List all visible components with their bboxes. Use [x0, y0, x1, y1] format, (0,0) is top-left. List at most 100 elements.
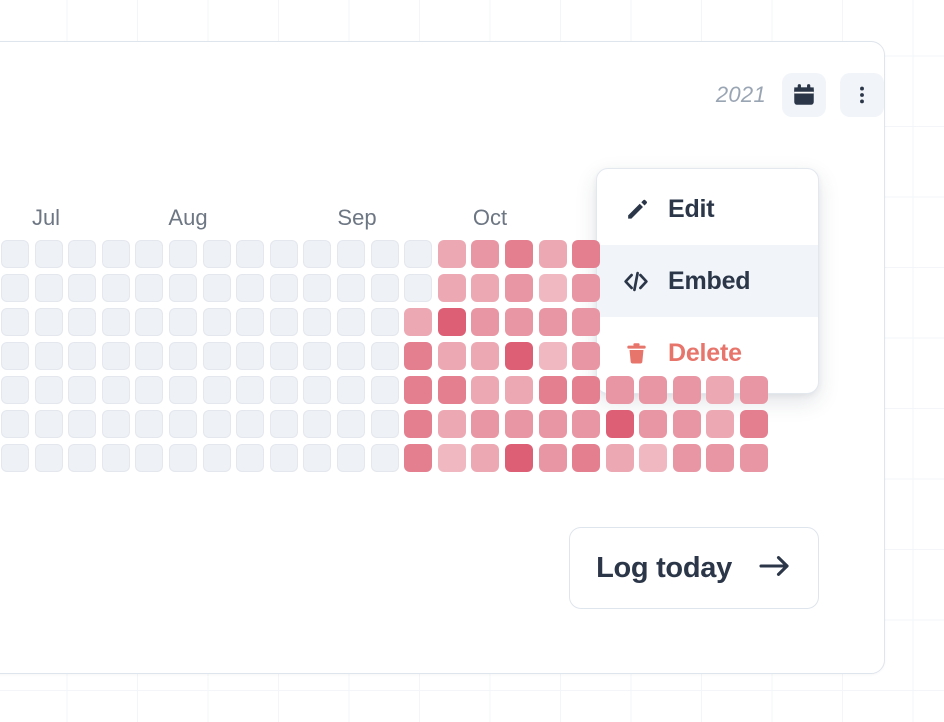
heatmap-cell[interactable]: [135, 342, 163, 370]
heatmap-cell[interactable]: [68, 410, 96, 438]
heatmap-cell[interactable]: [1, 240, 29, 268]
heatmap-cell[interactable]: [740, 410, 768, 438]
heatmap-cell[interactable]: [102, 240, 130, 268]
heatmap-cell[interactable]: [169, 308, 197, 336]
heatmap-cell[interactable]: [438, 342, 466, 370]
heatmap-cell[interactable]: [203, 376, 231, 404]
heatmap-cell[interactable]: [270, 240, 298, 268]
more-options-button[interactable]: [840, 73, 884, 117]
heatmap-cell[interactable]: [337, 342, 365, 370]
heatmap-cell[interactable]: [572, 308, 600, 336]
heatmap-cell[interactable]: [740, 376, 768, 404]
heatmap-cell[interactable]: [35, 376, 63, 404]
heatmap-cell[interactable]: [606, 376, 634, 404]
heatmap-cell[interactable]: [236, 308, 264, 336]
heatmap-cell[interactable]: [135, 274, 163, 302]
heatmap-cell[interactable]: [404, 240, 432, 268]
heatmap-cell[interactable]: [102, 410, 130, 438]
heatmap-cell[interactable]: [505, 376, 533, 404]
heatmap-cell[interactable]: [404, 342, 432, 370]
heatmap-cell[interactable]: [1, 308, 29, 336]
heatmap-cell[interactable]: [102, 274, 130, 302]
heatmap-cell[interactable]: [102, 376, 130, 404]
heatmap-cell[interactable]: [270, 308, 298, 336]
heatmap-cell[interactable]: [236, 410, 264, 438]
heatmap-cell[interactable]: [303, 342, 331, 370]
heatmap-cell[interactable]: [539, 308, 567, 336]
heatmap-cell[interactable]: [270, 274, 298, 302]
heatmap-cell[interactable]: [35, 308, 63, 336]
heatmap-cell[interactable]: [404, 444, 432, 472]
heatmap-cell[interactable]: [169, 444, 197, 472]
heatmap-cell[interactable]: [169, 240, 197, 268]
heatmap-cell[interactable]: [505, 342, 533, 370]
calendar-icon-button[interactable]: [782, 73, 826, 117]
heatmap-cell[interactable]: [572, 274, 600, 302]
heatmap-cell[interactable]: [438, 240, 466, 268]
heatmap-cell[interactable]: [68, 342, 96, 370]
heatmap-cell[interactable]: [505, 444, 533, 472]
heatmap-cell[interactable]: [371, 342, 399, 370]
heatmap-cell[interactable]: [68, 240, 96, 268]
heatmap-cell[interactable]: [1, 376, 29, 404]
heatmap-cell[interactable]: [102, 342, 130, 370]
heatmap-cell[interactable]: [572, 240, 600, 268]
heatmap-cell[interactable]: [706, 376, 734, 404]
heatmap-cell[interactable]: [236, 444, 264, 472]
heatmap-cell[interactable]: [606, 410, 634, 438]
heatmap-cell[interactable]: [371, 410, 399, 438]
heatmap-cell[interactable]: [203, 342, 231, 370]
heatmap-cell[interactable]: [35, 240, 63, 268]
heatmap-cell[interactable]: [371, 240, 399, 268]
heatmap-cell[interactable]: [1, 444, 29, 472]
heatmap-cell[interactable]: [404, 410, 432, 438]
heatmap-cell[interactable]: [35, 274, 63, 302]
heatmap-cell[interactable]: [371, 444, 399, 472]
heatmap-cell[interactable]: [572, 342, 600, 370]
heatmap-cell[interactable]: [1, 342, 29, 370]
heatmap-cell[interactable]: [135, 240, 163, 268]
heatmap-cell[interactable]: [236, 376, 264, 404]
heatmap-cell[interactable]: [1, 274, 29, 302]
heatmap-cell[interactable]: [572, 376, 600, 404]
heatmap-cell[interactable]: [539, 410, 567, 438]
heatmap-cell[interactable]: [169, 410, 197, 438]
heatmap-cell[interactable]: [438, 308, 466, 336]
heatmap-cell[interactable]: [303, 308, 331, 336]
heatmap-cell[interactable]: [169, 342, 197, 370]
heatmap-cell[interactable]: [505, 240, 533, 268]
heatmap-cell[interactable]: [68, 376, 96, 404]
heatmap-cell[interactable]: [438, 444, 466, 472]
heatmap-cell[interactable]: [706, 410, 734, 438]
heatmap-cell[interactable]: [203, 308, 231, 336]
heatmap-cell[interactable]: [673, 410, 701, 438]
heatmap-cell[interactable]: [102, 308, 130, 336]
heatmap-cell[interactable]: [438, 376, 466, 404]
heatmap-cell[interactable]: [639, 444, 667, 472]
heatmap-cell[interactable]: [371, 376, 399, 404]
heatmap-cell[interactable]: [471, 376, 499, 404]
heatmap-cell[interactable]: [673, 376, 701, 404]
heatmap-cell[interactable]: [203, 444, 231, 472]
heatmap-cell[interactable]: [68, 444, 96, 472]
heatmap-cell[interactable]: [606, 444, 634, 472]
heatmap-cell[interactable]: [404, 274, 432, 302]
heatmap-cell[interactable]: [135, 410, 163, 438]
heatmap-cell[interactable]: [303, 240, 331, 268]
heatmap-cell[interactable]: [169, 376, 197, 404]
heatmap-cell[interactable]: [337, 444, 365, 472]
heatmap-cell[interactable]: [337, 274, 365, 302]
heatmap-cell[interactable]: [539, 444, 567, 472]
heatmap-cell[interactable]: [169, 274, 197, 302]
heatmap-cell[interactable]: [203, 410, 231, 438]
heatmap-cell[interactable]: [438, 410, 466, 438]
heatmap-cell[interactable]: [673, 444, 701, 472]
heatmap-cell[interactable]: [539, 342, 567, 370]
heatmap-cell[interactable]: [68, 308, 96, 336]
heatmap-cell[interactable]: [706, 444, 734, 472]
heatmap-cell[interactable]: [68, 274, 96, 302]
heatmap-cell[interactable]: [471, 308, 499, 336]
heatmap-cell[interactable]: [471, 444, 499, 472]
heatmap-cell[interactable]: [236, 274, 264, 302]
heatmap-cell[interactable]: [135, 376, 163, 404]
